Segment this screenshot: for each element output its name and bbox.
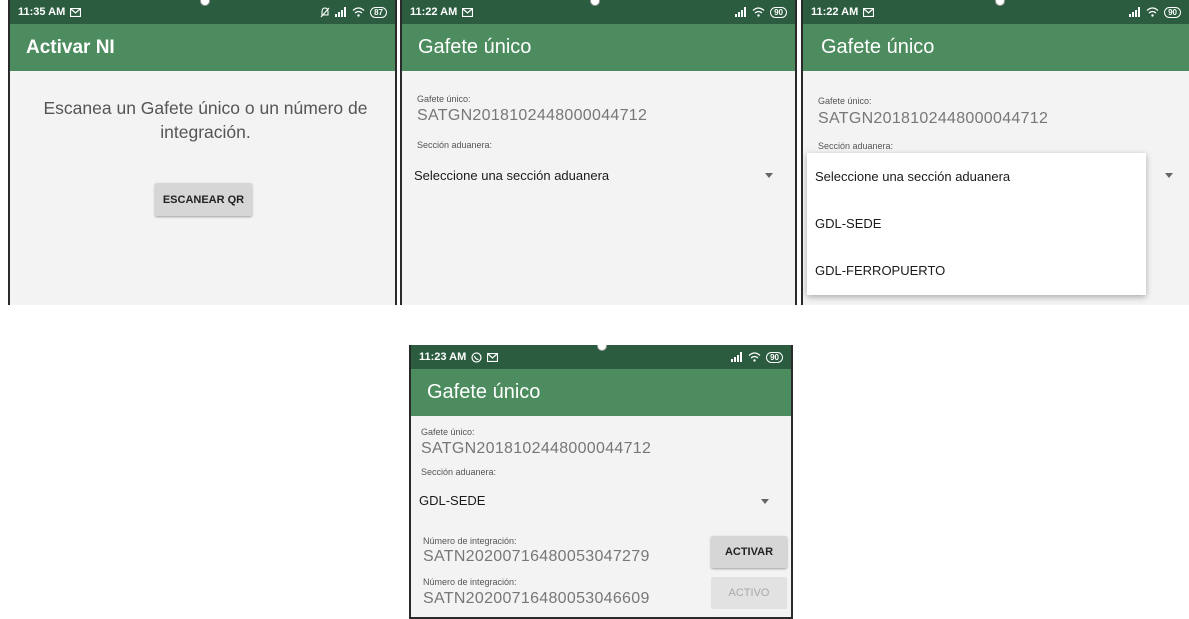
app-bar-title: Gafete único — [803, 24, 1189, 71]
camera-notch — [200, 0, 210, 6]
dropdown-arrow-icon[interactable] — [1165, 173, 1173, 178]
gafete-value: SATGN2018102448000044712 — [818, 110, 1049, 127]
notification-icon — [70, 7, 82, 17]
status-bar: 11:22 AM 90 — [402, 0, 795, 24]
screen-gafete-unico-dropdown-open: 11:22 AM 90 Gafete único Gafete único: S… — [801, 0, 1189, 305]
seccion-label: Sección aduanera: — [818, 141, 894, 151]
camera-notch — [597, 345, 607, 351]
ni-value: SATN20200716480053046609 — [423, 590, 650, 607]
notification-icon — [863, 7, 875, 17]
seccion-spinner-value: Seleccione una sección aduanera — [414, 168, 610, 183]
seccion-label: Sección aduanera: — [417, 140, 493, 150]
whatsapp-icon — [471, 351, 482, 363]
app-bar-title: Gafete único — [402, 24, 795, 71]
signal-icon — [335, 7, 347, 17]
gafete-label: Gafete único: — [417, 94, 471, 104]
seccion-label: Sección aduanera: — [421, 467, 497, 477]
notification-icon — [487, 352, 499, 362]
ni-label: Número de integración: — [423, 577, 517, 587]
seccion-spinner-value: GDL-SEDE — [419, 493, 486, 508]
gafete-value: SATGN2018102448000044712 — [417, 107, 648, 124]
ni-value: SATN20200716480053047279 — [423, 548, 650, 565]
app-bar-title: Gafete único — [411, 369, 791, 416]
status-bar: 11:35 AM 87 — [10, 0, 395, 24]
activo-button: ACTIVO — [711, 577, 787, 609]
camera-notch — [590, 0, 600, 6]
status-time: 11:22 AM — [811, 6, 859, 18]
app-bar-title: Activar NI — [10, 24, 395, 71]
scan-prompt: Escanea un Gafete único o un número de i… — [43, 98, 368, 142]
battery-icon: 90 — [1164, 6, 1181, 18]
seccion-spinner[interactable]: Seleccione una sección aduanera — [414, 160, 783, 192]
wifi-icon — [748, 352, 761, 362]
dropdown-arrow-icon — [761, 499, 769, 504]
ni-label: Número de integración: — [423, 536, 517, 546]
status-bar: 11:23 AM 90 — [411, 345, 791, 369]
dropdown-arrow-icon — [765, 173, 773, 178]
gafete-label: Gafete único: — [421, 427, 475, 437]
dropdown-option-gdl-sede[interactable]: GDL-SEDE — [807, 200, 1146, 247]
scan-qr-button[interactable]: ESCANEAR QR — [155, 183, 252, 216]
activar-button[interactable]: ACTIVAR — [711, 536, 787, 568]
status-bar: 11:22 AM 90 — [803, 0, 1189, 24]
signal-icon — [1129, 7, 1141, 17]
wifi-icon — [352, 7, 365, 17]
notification-icon — [462, 7, 474, 17]
screen-gafete-unico-activar: 11:23 AM 90 Gafete único Gafete único: S… — [409, 345, 793, 619]
battery-icon: 90 — [770, 6, 787, 18]
signal-icon — [731, 352, 743, 362]
mute-icon — [320, 6, 330, 18]
status-time: 11:23 AM — [419, 351, 467, 363]
screen-gafete-unico: 11:22 AM 90 Gafete único Gafete único: S… — [400, 0, 797, 305]
signal-icon — [735, 7, 747, 17]
dropdown-option-placeholder[interactable]: Seleccione una sección aduanera — [807, 153, 1146, 200]
status-time: 11:22 AM — [410, 6, 458, 18]
screen-activar-ni: 11:35 AM 87 Activar NI Escanea un Gafete… — [8, 0, 397, 305]
wifi-icon — [752, 7, 765, 17]
gafete-label: Gafete único: — [818, 96, 872, 106]
status-time: 11:35 AM — [18, 6, 66, 18]
seccion-spinner[interactable]: GDL-SEDE — [419, 488, 779, 514]
battery-icon: 90 — [766, 351, 783, 363]
wifi-icon — [1146, 7, 1159, 17]
dropdown-option-gdl-ferropuerto[interactable]: GDL-FERROPUERTO — [807, 247, 1146, 294]
battery-icon: 87 — [370, 6, 387, 18]
gafete-value: SATGN2018102448000044712 — [421, 440, 652, 457]
seccion-dropdown-list: Seleccione una sección aduanera GDL-SEDE… — [807, 153, 1146, 295]
camera-notch — [995, 0, 1005, 6]
